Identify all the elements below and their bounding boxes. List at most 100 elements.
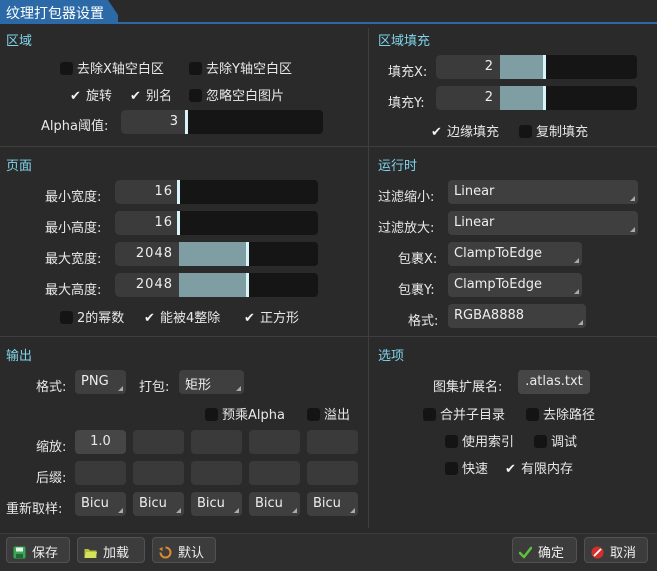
min-width-label: 最小宽度: bbox=[45, 190, 102, 205]
limit-memory-checkbox[interactable]: ✔ 有限内存 bbox=[504, 458, 573, 477]
strip-x-checkbox[interactable]: 去除X轴空白区 bbox=[60, 58, 164, 77]
atlas-ext-field[interactable]: .atlas.txt bbox=[518, 370, 590, 394]
default-button[interactable]: 默认 bbox=[152, 537, 216, 563]
max-height-value[interactable]: 2048 bbox=[136, 277, 173, 292]
slider-handle[interactable] bbox=[543, 86, 546, 110]
min-width-value[interactable]: 16 bbox=[154, 184, 173, 199]
suffix-field-3[interactable] bbox=[191, 461, 242, 485]
strip-y-checkbox[interactable]: 去除Y轴空白区 bbox=[189, 58, 292, 77]
max-width-value[interactable]: 2048 bbox=[136, 246, 173, 261]
wrap-y-dropdown[interactable]: ClampToEdge bbox=[448, 273, 582, 297]
max-width-slider[interactable]: 2048 bbox=[115, 242, 318, 266]
check-icon[interactable]: ✔ bbox=[504, 463, 517, 476]
checkbox-box[interactable] bbox=[445, 435, 458, 448]
min-height-slider[interactable]: 16 bbox=[115, 211, 318, 235]
use-indexes-checkbox[interactable]: 使用索引 bbox=[445, 431, 514, 450]
pad-x-value[interactable]: 2 bbox=[485, 59, 494, 74]
premultiply-checkbox[interactable]: 预乘Alpha bbox=[205, 404, 285, 423]
alias-checkbox[interactable]: ✔ 别名 bbox=[129, 85, 172, 104]
packing-dropdown[interactable]: 矩形 bbox=[179, 370, 244, 394]
resample-label: 重新取样: bbox=[6, 502, 63, 517]
filter-mag-dropdown[interactable]: Linear bbox=[448, 211, 638, 235]
multiple-of-four-label: 能被4整除 bbox=[160, 311, 221, 326]
resample-dropdown-3[interactable]: Bicu bbox=[191, 492, 242, 516]
slider-handle[interactable] bbox=[246, 242, 249, 266]
checkbox-box[interactable] bbox=[445, 462, 458, 475]
packing-label: 打包: bbox=[139, 380, 170, 395]
slider-handle[interactable] bbox=[177, 180, 180, 204]
alpha-threshold-value[interactable]: 3 bbox=[170, 114, 179, 129]
checkbox-box[interactable] bbox=[526, 408, 539, 421]
bleed-checkbox[interactable]: 溢出 bbox=[307, 404, 350, 423]
checkbox-box[interactable] bbox=[519, 125, 532, 138]
check-icon[interactable]: ✔ bbox=[143, 312, 156, 325]
resample-dropdown-2[interactable]: Bicu bbox=[133, 492, 184, 516]
debug-checkbox[interactable]: 调试 bbox=[534, 431, 577, 450]
check-icon[interactable]: ✔ bbox=[430, 126, 443, 139]
slider-handle[interactable] bbox=[246, 273, 249, 297]
scale-field-2[interactable] bbox=[133, 430, 184, 454]
atlas-ext-label: 图集扩展名: bbox=[433, 380, 503, 395]
suffix-field-2[interactable] bbox=[133, 461, 184, 485]
resample-dropdown-1[interactable]: Bicu bbox=[75, 492, 126, 516]
ok-button[interactable]: 确定 bbox=[512, 537, 577, 563]
ok-label: 确定 bbox=[538, 546, 565, 561]
runtime-format-dropdown[interactable]: RGBA8888 bbox=[448, 304, 586, 328]
multiple-of-four-checkbox[interactable]: ✔ 能被4整除 bbox=[143, 307, 220, 326]
scale-field-3[interactable] bbox=[191, 430, 242, 454]
rotation-checkbox[interactable]: ✔ 旋转 bbox=[69, 85, 112, 104]
fast-label: 快速 bbox=[462, 462, 489, 477]
checkbox-box[interactable] bbox=[60, 62, 73, 75]
slider-handle[interactable] bbox=[543, 55, 546, 79]
check-icon[interactable]: ✔ bbox=[243, 312, 256, 325]
suffix-field-5[interactable] bbox=[307, 461, 358, 485]
min-height-label: 最小高度: bbox=[45, 221, 102, 236]
save-button[interactable]: 保存 bbox=[6, 537, 70, 563]
scale-field-5[interactable] bbox=[307, 430, 358, 454]
flatten-paths-checkbox[interactable]: 去除路径 bbox=[526, 404, 595, 423]
title-underline bbox=[0, 22, 657, 24]
cancel-button[interactable]: 取消 bbox=[584, 537, 648, 563]
wrap-x-label: 包裹X: bbox=[398, 252, 438, 267]
alpha-threshold-slider[interactable]: 3 bbox=[121, 110, 323, 134]
edge-padding-checkbox[interactable]: ✔ 边缘填充 bbox=[430, 121, 499, 140]
check-icon[interactable]: ✔ bbox=[129, 90, 142, 103]
suffix-field-1[interactable] bbox=[75, 461, 126, 485]
checkbox-box[interactable] bbox=[60, 311, 73, 324]
resample-dropdown-4[interactable]: Bicu bbox=[249, 492, 300, 516]
slider-handle[interactable] bbox=[177, 211, 180, 235]
checkbox-box[interactable] bbox=[307, 408, 320, 421]
wrap-x-dropdown[interactable]: ClampToEdge bbox=[448, 242, 582, 266]
square-checkbox[interactable]: ✔ 正方形 bbox=[243, 307, 299, 326]
strip-y-label: 去除Y轴空白区 bbox=[206, 62, 292, 77]
duplicate-padding-checkbox[interactable]: 复制填充 bbox=[519, 121, 588, 140]
pad-x-slider[interactable]: 2 bbox=[436, 55, 637, 79]
checkbox-box[interactable] bbox=[205, 408, 218, 421]
min-width-slider[interactable]: 16 bbox=[115, 180, 318, 204]
scale-field-4[interactable] bbox=[249, 430, 300, 454]
resample-dropdown-5[interactable]: Bicu bbox=[307, 492, 358, 516]
checkbox-box[interactable] bbox=[189, 62, 202, 75]
checkbox-box[interactable] bbox=[189, 89, 202, 102]
checkbox-box[interactable] bbox=[423, 408, 436, 421]
rotation-label: 旋转 bbox=[86, 89, 113, 104]
checkbox-box[interactable] bbox=[534, 435, 547, 448]
combine-subdirs-checkbox[interactable]: 合并子目录 bbox=[423, 404, 505, 423]
min-height-value[interactable]: 16 bbox=[154, 215, 173, 230]
output-format-dropdown[interactable]: PNG bbox=[75, 370, 126, 394]
cancel-icon bbox=[591, 546, 604, 559]
ignore-blank-label: 忽略空白图片 bbox=[206, 89, 285, 104]
max-height-slider[interactable]: 2048 bbox=[115, 273, 318, 297]
scale-field-1[interactable]: 1.0 bbox=[75, 430, 126, 454]
slider-handle[interactable] bbox=[185, 110, 188, 134]
pad-y-value[interactable]: 2 bbox=[485, 90, 494, 105]
check-icon[interactable]: ✔ bbox=[69, 90, 82, 103]
save-label: 保存 bbox=[32, 546, 59, 561]
filter-min-dropdown[interactable]: Linear bbox=[448, 180, 638, 204]
pad-y-slider[interactable]: 2 bbox=[436, 86, 637, 110]
load-button[interactable]: 加载 bbox=[77, 537, 145, 563]
fast-checkbox[interactable]: 快速 bbox=[445, 458, 488, 477]
pot-checkbox[interactable]: 2的幂数 bbox=[60, 307, 124, 326]
suffix-field-4[interactable] bbox=[249, 461, 300, 485]
ignore-blank-checkbox[interactable]: 忽略空白图片 bbox=[189, 85, 284, 104]
